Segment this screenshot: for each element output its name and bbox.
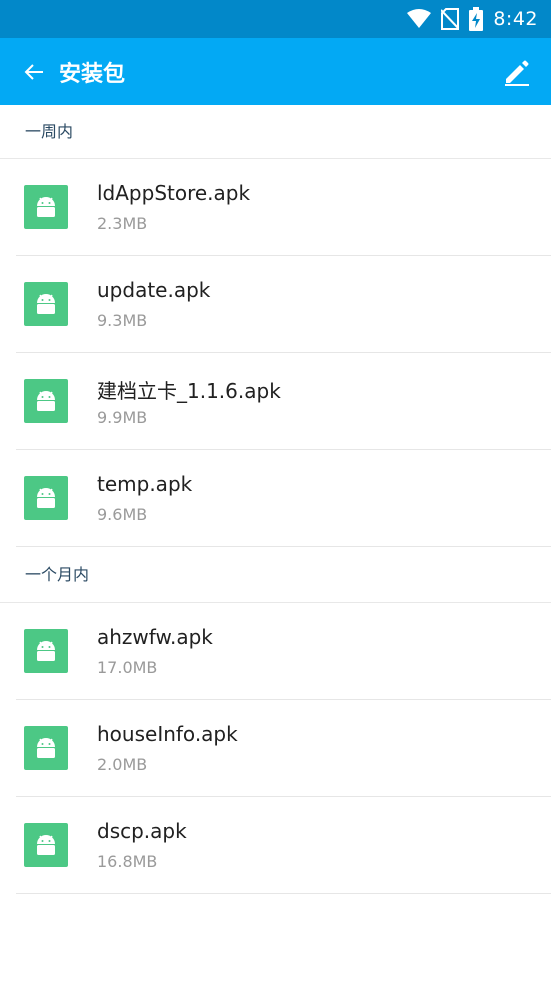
section-header-week: 一周内 (0, 105, 551, 159)
list-item[interactable]: 建档立卡_1.1.6.apk 9.9MB (16, 353, 551, 450)
file-size: 9.3MB (97, 311, 148, 330)
back-arrow-icon[interactable] (22, 60, 46, 84)
app-bar: 安装包 (0, 38, 551, 105)
android-apk-icon (24, 379, 68, 423)
file-name: dscp.apk (97, 819, 187, 843)
no-sim-icon (441, 8, 460, 30)
android-apk-icon (24, 726, 68, 770)
file-size: 17.0MB (97, 658, 158, 677)
file-size: 2.3MB (97, 214, 148, 233)
battery-charging-icon (469, 7, 484, 31)
status-bar: 8:42 (0, 0, 551, 38)
file-size: 16.8MB (97, 852, 158, 871)
file-size: 2.0MB (97, 755, 148, 774)
section-header-month: 一个月内 (0, 547, 551, 603)
page-title: 安装包 (59, 61, 126, 87)
wifi-icon (407, 9, 432, 29)
list-item[interactable]: ahzwfw.apk 17.0MB (16, 603, 551, 700)
file-size: 9.9MB (97, 408, 148, 427)
status-time: 8:42 (493, 8, 538, 30)
list-item[interactable]: temp.apk 9.6MB (16, 450, 551, 547)
file-list: 一周内 ldAppStore.apk 2.3MB update.apk 9.3M… (0, 105, 551, 894)
file-size: 9.6MB (97, 505, 148, 524)
android-apk-icon (24, 823, 68, 867)
file-name: houseInfo.apk (97, 722, 238, 746)
list-item[interactable]: dscp.apk 16.8MB (16, 797, 551, 894)
file-name: 建档立卡_1.1.6.apk (97, 379, 281, 403)
android-apk-icon (24, 476, 68, 520)
file-name: temp.apk (97, 472, 193, 496)
file-name: update.apk (97, 278, 211, 302)
android-apk-icon (24, 629, 68, 673)
list-item[interactable]: houseInfo.apk 2.0MB (16, 700, 551, 797)
android-apk-icon (24, 185, 68, 229)
android-apk-icon (24, 282, 68, 326)
file-name: ldAppStore.apk (97, 181, 251, 205)
file-name: ahzwfw.apk (97, 625, 213, 649)
list-item[interactable]: update.apk 9.3MB (16, 256, 551, 353)
edit-pencil-icon[interactable] (503, 58, 531, 86)
list-item[interactable]: ldAppStore.apk 2.3MB (16, 159, 551, 256)
